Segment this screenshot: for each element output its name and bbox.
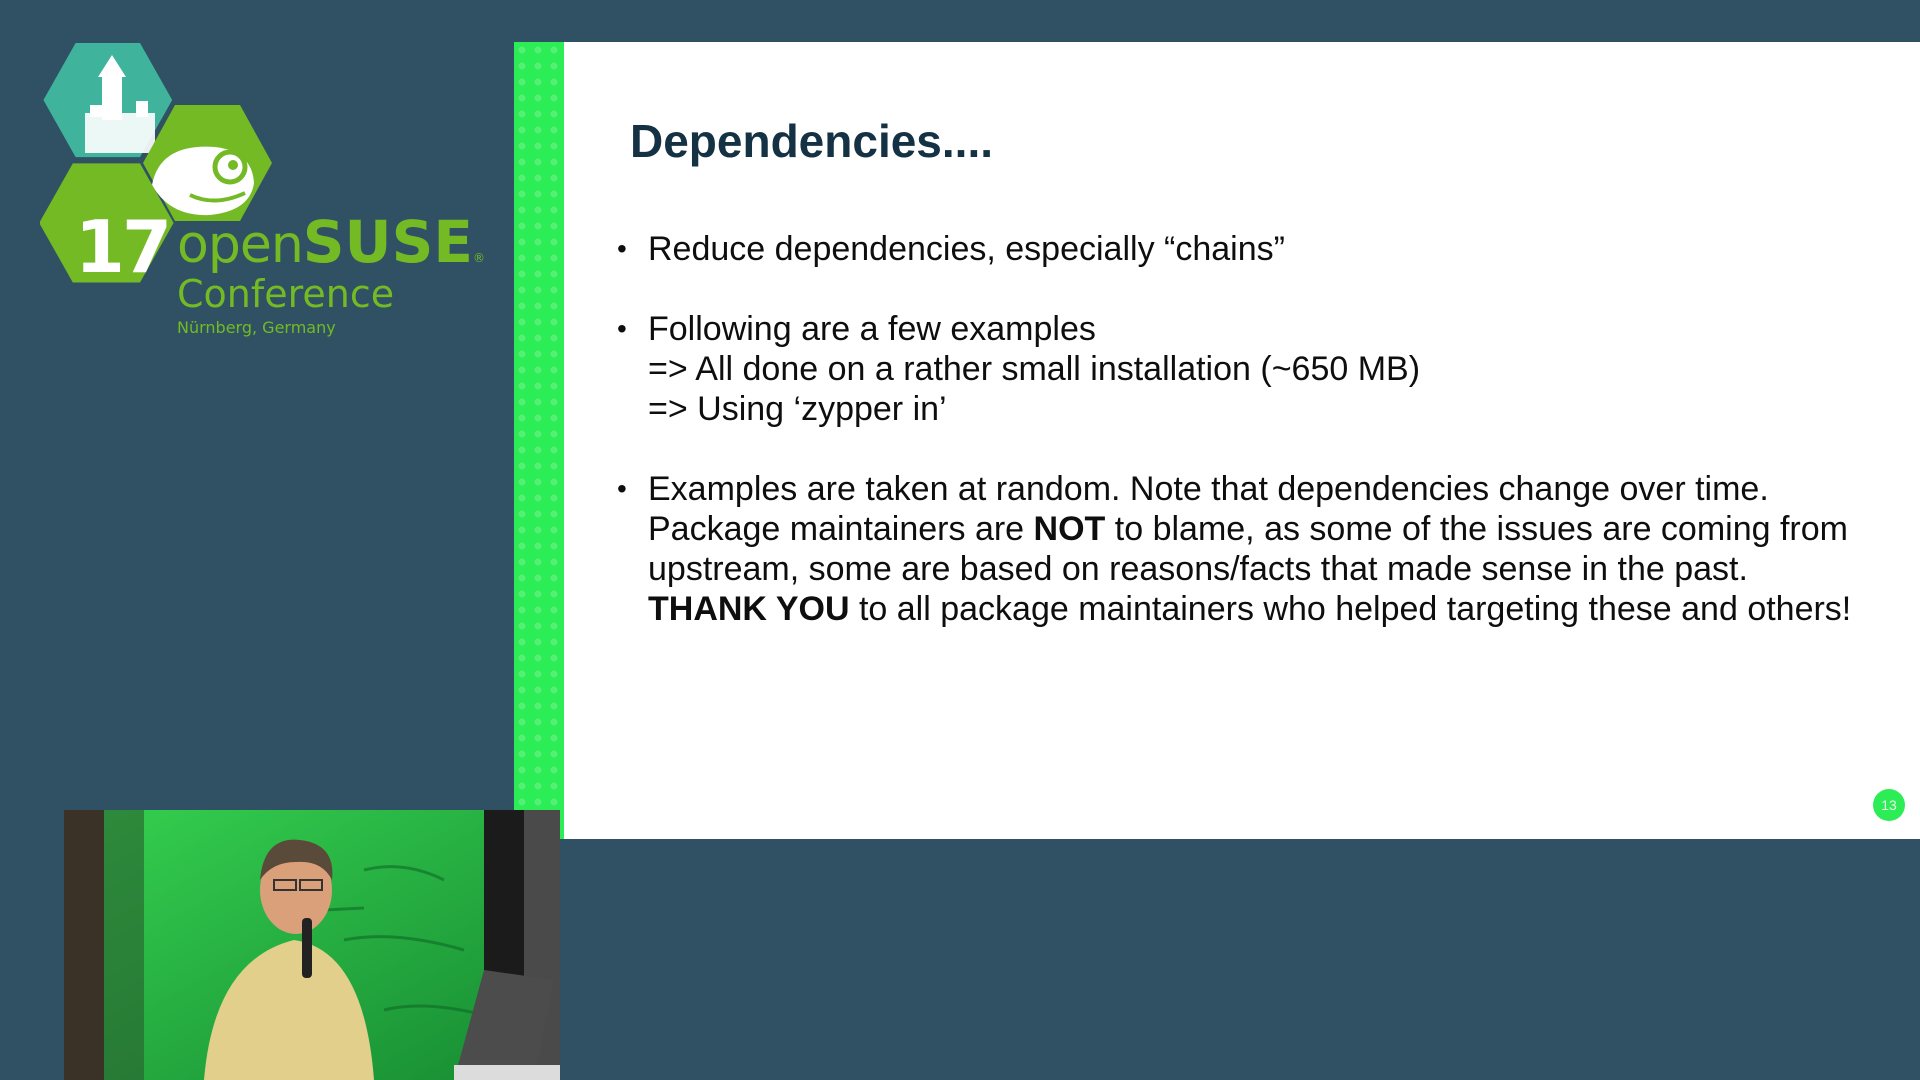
- presentation-slide: Dependencies.... Reduce dependencies, es…: [514, 42, 1920, 839]
- conference-logo: 17 openSUSE® Conference Nürnberg, German…: [40, 35, 485, 345]
- bullet-line: Package maintainers are NOT to blame, as…: [648, 510, 1848, 588]
- emphasis-text: THANK YOU: [648, 590, 850, 628]
- slide-title: Dependencies....: [630, 115, 994, 167]
- bullet-line: => Using ‘zypper in’: [648, 390, 947, 428]
- bullet-item: Examples are taken at random. Note that …: [614, 469, 1854, 629]
- emphasis-text: NOT: [1033, 510, 1106, 548]
- bullet-list: Reduce dependencies, especially “chains”…: [614, 229, 1854, 669]
- speaker-video: [64, 810, 560, 1080]
- bullet-line: Following are a few examples: [648, 310, 1096, 348]
- brand-name: openSUSE®: [177, 208, 485, 276]
- edition-number: 17: [74, 205, 172, 289]
- bullet-line: => All done on a rather small installati…: [648, 350, 1421, 388]
- bullet-line: Examples are taken at random. Note that …: [648, 470, 1769, 508]
- logo-subtitle: Conference: [177, 272, 395, 316]
- logo-location: Nürnberg, Germany: [177, 318, 336, 337]
- bullet-item: Following are a few examples => All done…: [614, 309, 1854, 429]
- bullet-line: THANK YOU to all package maintainers who…: [648, 590, 1852, 628]
- bullet-item: Reduce dependencies, especially “chains”: [614, 229, 1854, 269]
- bullet-line: Reduce dependencies, especially “chains”: [648, 230, 1285, 268]
- page-number-badge: 13: [1873, 789, 1905, 821]
- slide-accent-bar: [514, 42, 564, 839]
